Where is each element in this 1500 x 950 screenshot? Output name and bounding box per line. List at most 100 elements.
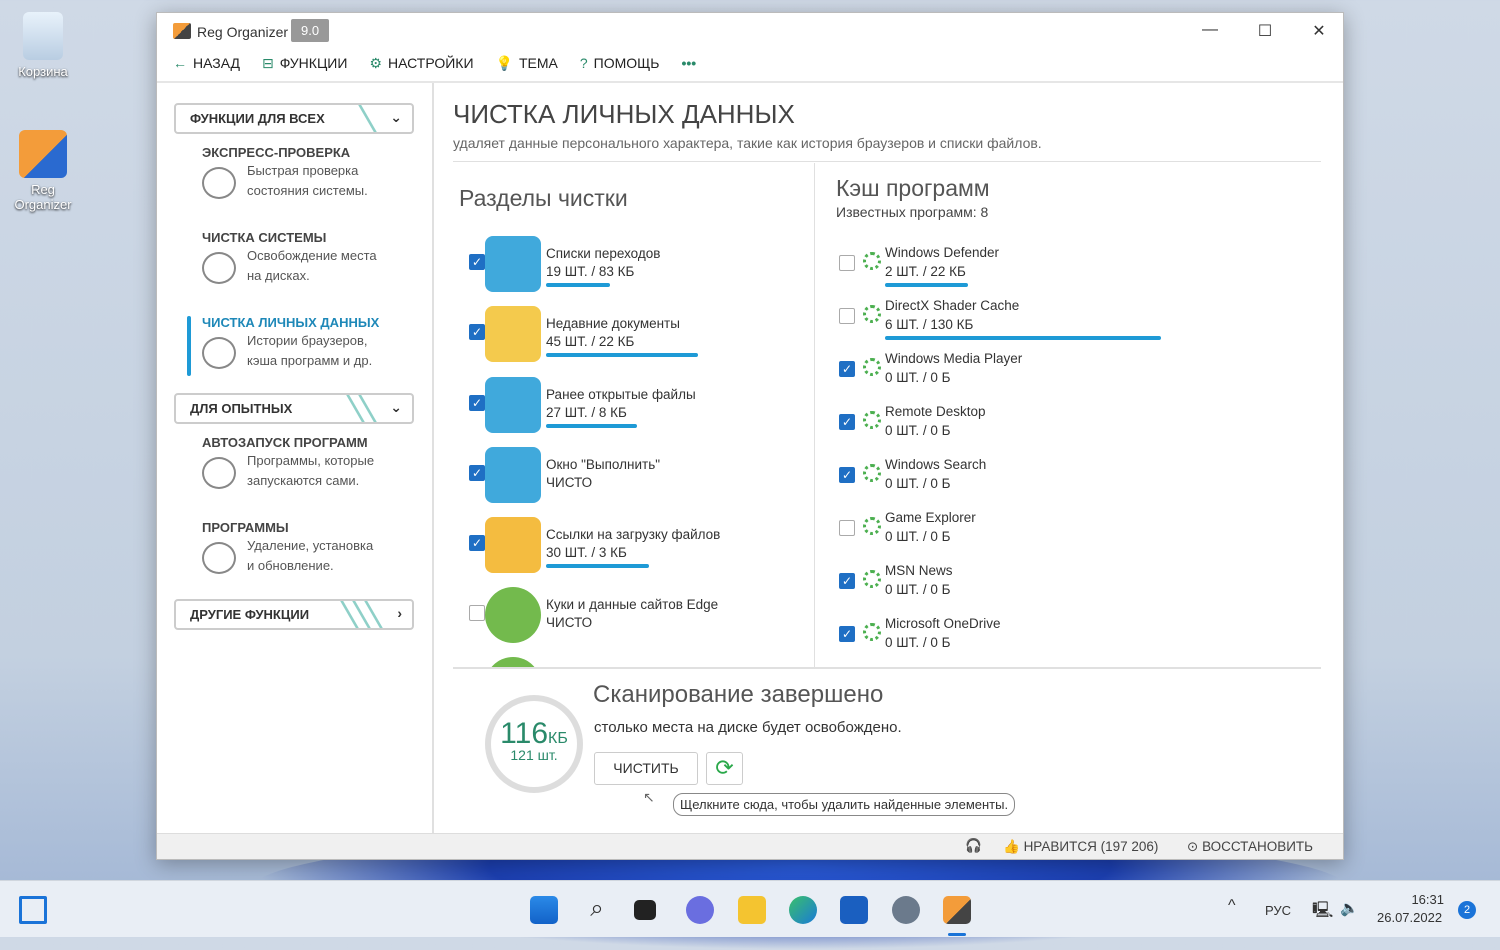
section-checkbox[interactable]: ✓ xyxy=(469,254,485,270)
start-icon[interactable] xyxy=(530,896,558,924)
sidebar-item-desc: Удаление, установка xyxy=(247,538,374,553)
volume-icon[interactable]: 🔈 xyxy=(1340,899,1359,917)
opened-files-icon xyxy=(485,377,541,433)
section-checkbox[interactable]: ✓ xyxy=(469,535,485,551)
widgets-icon[interactable] xyxy=(19,896,47,924)
desktop-icon-label: Reg Organizer xyxy=(14,182,72,212)
dropdown-advanced[interactable]: ДЛЯ ОПЫТНЫХ ⌄ xyxy=(174,393,414,424)
section-row[interactable]: ✓ Недавние документы 45 ШТ. / 22 КБ xyxy=(469,306,809,370)
section-name: Ранее открытые файлы xyxy=(546,387,696,402)
section-progress-bar xyxy=(546,564,649,568)
refresh-icon: ⟳ xyxy=(715,755,734,780)
network-icon[interactable]: 🖳 xyxy=(1312,899,1333,926)
maximize-button[interactable]: ☐ xyxy=(1245,21,1285,41)
back-button[interactable]: ← НАЗАД xyxy=(173,55,240,72)
gear-icon xyxy=(863,305,881,323)
gear-icon xyxy=(863,358,881,376)
section-row[interactable]: ✓ Ссылки на загрузку файлов 30 ШТ. / 3 К… xyxy=(469,517,809,581)
sidebar-item-desc: Освобождение места xyxy=(247,248,377,263)
sidebar-item[interactable]: АВТОЗАПУСК ПРОГРАММ Программы, которые з… xyxy=(202,435,422,491)
like-button[interactable]: 👍 НРАВИТСЯ (197 206) xyxy=(1003,839,1158,855)
sidebar-item[interactable]: ЭКСПРЕСС-ПРОВЕРКА Быстрая проверка состо… xyxy=(202,145,422,201)
clean-button[interactable]: ЧИСТИТЬ xyxy=(594,752,698,785)
gear-icon xyxy=(863,252,881,270)
section-checkbox[interactable] xyxy=(469,605,485,621)
restore-button[interactable]: ⊙ ВОССТАНОВИТЬ xyxy=(1187,839,1313,855)
sidebar-item-icon xyxy=(202,542,236,574)
section-checkbox[interactable]: ✓ xyxy=(469,395,485,411)
cache-row[interactable]: Game Explorer 0 ШТ. / 0 Б xyxy=(839,510,1319,566)
desktop-icon-reg-organizer[interactable]: Reg Organizer xyxy=(3,130,83,212)
cache-checkbox[interactable] xyxy=(839,520,855,536)
section-row[interactable]: ✓ Окно "Выполнить" ЧИСТО xyxy=(469,447,809,511)
sidebar-item[interactable]: ЧИСТКА ЛИЧНЫХ ДАННЫХ Истории браузеров, … xyxy=(202,315,422,371)
search-icon[interactable]: ⌕ xyxy=(583,896,611,924)
active-app-indicator xyxy=(948,933,966,936)
cache-checkbox[interactable]: ✓ xyxy=(839,361,855,377)
cache-checkbox[interactable]: ✓ xyxy=(839,626,855,642)
sections-list[interactable]: ✓ Списки переходов 19 ШТ. / 83 КБ ✓ Неда… xyxy=(453,163,813,667)
bulb-icon: 💡 xyxy=(495,55,513,71)
sidebar-item-title: ЧИСТКА ЛИЧНЫХ ДАННЫХ xyxy=(202,315,380,330)
cache-row[interactable]: ✓ Microsoft OneDrive 0 ШТ. / 0 Б xyxy=(839,616,1319,672)
cache-row[interactable]: ✓ Windows Search 0 ШТ. / 0 Б xyxy=(839,457,1319,513)
cache-checkbox[interactable] xyxy=(839,308,855,324)
section-row[interactable]: ✓ Ранее открытые файлы 27 ШТ. / 8 КБ xyxy=(469,377,809,441)
tip-arrow-icon: ↖ xyxy=(643,789,655,805)
section-checkbox[interactable]: ✓ xyxy=(469,324,485,340)
settings-icon[interactable] xyxy=(892,896,920,924)
section-row[interactable]: ✓ Списки переходов 19 ШТ. / 83 КБ xyxy=(469,236,809,300)
desktop-icon-recycle-bin[interactable]: Корзина xyxy=(3,12,83,79)
sidebar-item[interactable]: ЧИСТКА СИСТЕМЫ Освобождение места на дис… xyxy=(202,230,422,286)
edge-icon[interactable] xyxy=(789,896,817,924)
help-button[interactable]: ? ПОМОЩЬ xyxy=(580,55,660,72)
sidebar-item-desc: состояния системы. xyxy=(247,183,368,198)
section-name: Ссылки на загрузку файлов xyxy=(546,527,721,542)
dropdown-other-functions[interactable]: ДРУГИЕ ФУНКЦИИ › xyxy=(174,599,414,630)
cache-checkbox[interactable]: ✓ xyxy=(839,414,855,430)
question-icon: ? xyxy=(579,55,588,71)
cache-row[interactable]: ✓ MSN News 0 ШТ. / 0 Б xyxy=(839,563,1319,619)
cache-row[interactable]: ✓ Windows Media Player 0 ШТ. / 0 Б xyxy=(839,351,1319,407)
cache-checkbox[interactable]: ✓ xyxy=(839,573,855,589)
chevron-up-icon[interactable]: ^ xyxy=(1228,897,1236,915)
more-button[interactable]: ••• xyxy=(681,55,696,72)
sidebar-item[interactable]: ПРОГРАММЫ Удаление, установка и обновлен… xyxy=(202,520,422,576)
cache-checkbox[interactable]: ✓ xyxy=(839,467,855,483)
reg-organizer-taskbar-icon[interactable] xyxy=(943,896,971,924)
functions-button[interactable]: ⊟ ФУНКЦИИ xyxy=(262,55,347,72)
cache-value: 0 ШТ. / 0 Б xyxy=(885,370,951,385)
like-label: НРАВИТСЯ (197 206) xyxy=(1023,839,1159,854)
clock-time[interactable]: 16:31 xyxy=(1411,892,1444,907)
cache-row[interactable]: ✓ Remote Desktop 0 ШТ. / 0 Б xyxy=(839,404,1319,460)
clock-date[interactable]: 26.07.2022 xyxy=(1377,910,1442,925)
cache-row[interactable]: Windows Defender 2 ШТ. / 22 КБ xyxy=(839,245,1319,301)
theme-button[interactable]: 💡 ТЕМА xyxy=(496,55,558,72)
settings-button[interactable]: ⚙ НАСТРОЙКИ xyxy=(369,55,473,72)
decor-stripe xyxy=(358,105,377,132)
result-gauge: 116КБ 121 шт. xyxy=(485,695,583,793)
recent-docs-icon xyxy=(485,306,541,362)
section-checkbox[interactable]: ✓ xyxy=(469,465,485,481)
rescan-button[interactable]: ⟳ xyxy=(706,752,743,785)
cache-row[interactable]: DirectX Shader Cache 6 ШТ. / 130 КБ xyxy=(839,298,1319,354)
result-unit: КБ xyxy=(548,730,568,747)
section-value: 45 ШТ. / 22 КБ xyxy=(546,334,635,349)
chat-icon[interactable] xyxy=(686,896,714,924)
toolbar: ← НАЗАД ⊟ ФУНКЦИИ ⚙ НАСТРОЙКИ 💡 ТЕМА ? ПОМОЩЬ… xyxy=(173,55,696,72)
minimize-button[interactable]: — xyxy=(1190,21,1230,39)
cache-value: 6 ШТ. / 130 КБ xyxy=(885,317,974,332)
file-explorer-icon[interactable] xyxy=(738,896,766,924)
dropdown-functions-for-all[interactable]: ФУНКЦИИ ДЛЯ ВСЕХ ⌄ xyxy=(174,103,414,134)
cache-value: 0 ШТ. / 0 Б xyxy=(885,476,951,491)
close-button[interactable]: ✕ xyxy=(1299,21,1339,41)
language-indicator[interactable]: РУС xyxy=(1265,903,1291,918)
cache-name: Windows Defender xyxy=(885,245,1000,260)
support-headset-icon[interactable]: 🎧 xyxy=(965,838,982,854)
notification-badge[interactable]: 2 xyxy=(1458,901,1476,919)
section-row[interactable]: Куки и данные сайтов Edge ЧИСТО xyxy=(469,587,809,651)
cache-checkbox[interactable] xyxy=(839,255,855,271)
restore-label: ВОССТАНОВИТЬ xyxy=(1202,839,1314,854)
store-icon[interactable] xyxy=(840,896,868,924)
task-view-icon[interactable] xyxy=(634,900,656,920)
